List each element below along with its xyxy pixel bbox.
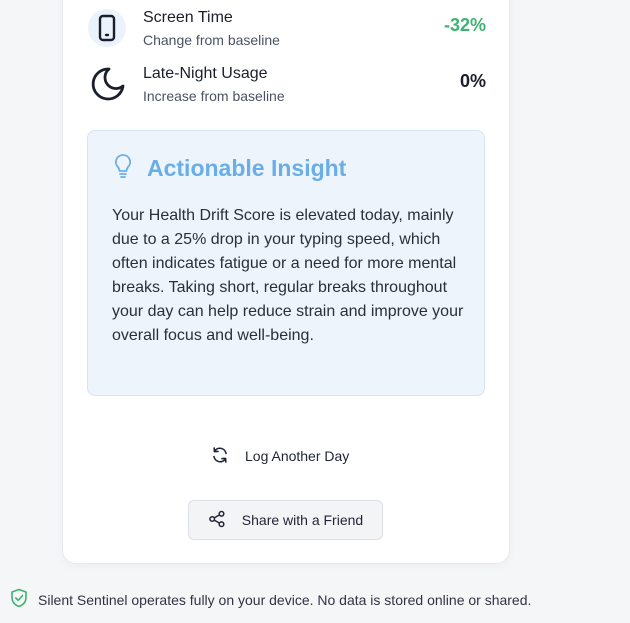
- refresh-icon: [211, 446, 229, 467]
- privacy-notice-text: Silent Sentinel operates fully on your d…: [38, 592, 532, 608]
- metric-title: Late-Night Usage: [143, 65, 268, 82]
- insight-header: Actionable Insight: [113, 153, 346, 183]
- insight-title: Actionable Insight: [147, 154, 347, 181]
- log-another-day-button[interactable]: Log Another Day: [205, 440, 355, 472]
- metric-value: 0%: [459, 71, 486, 91]
- privacy-footer: Silent Sentinel operates fully on your d…: [10, 588, 532, 613]
- insight-body: Your Health Drift Score is elevated toda…: [112, 207, 464, 344]
- moon-icon: [88, 65, 126, 103]
- metric-screen-time: Screen Time Change from baseline -32%: [88, 9, 486, 53]
- share-icon: [208, 510, 226, 531]
- lightbulb-icon: [113, 153, 133, 184]
- shield-check-icon: [10, 588, 28, 613]
- metric-value: -32%: [443, 15, 486, 35]
- log-another-day-label: Log Another Day: [245, 448, 350, 464]
- share-with-friend-button[interactable]: Share with a Friend: [188, 500, 383, 540]
- share-with-friend-label: Share with a Friend: [241, 512, 364, 528]
- metric-title: Screen Time: [143, 9, 233, 26]
- metric-late-night-usage: Late-Night Usage Increase from baseline …: [88, 65, 486, 109]
- metric-subtitle: Change from baseline: [143, 32, 280, 48]
- metric-subtitle: Increase from baseline: [143, 88, 285, 104]
- smartphone-icon: [88, 9, 126, 47]
- actionable-insight-panel: Actionable Insight Your Health Drift Sco…: [87, 130, 485, 396]
